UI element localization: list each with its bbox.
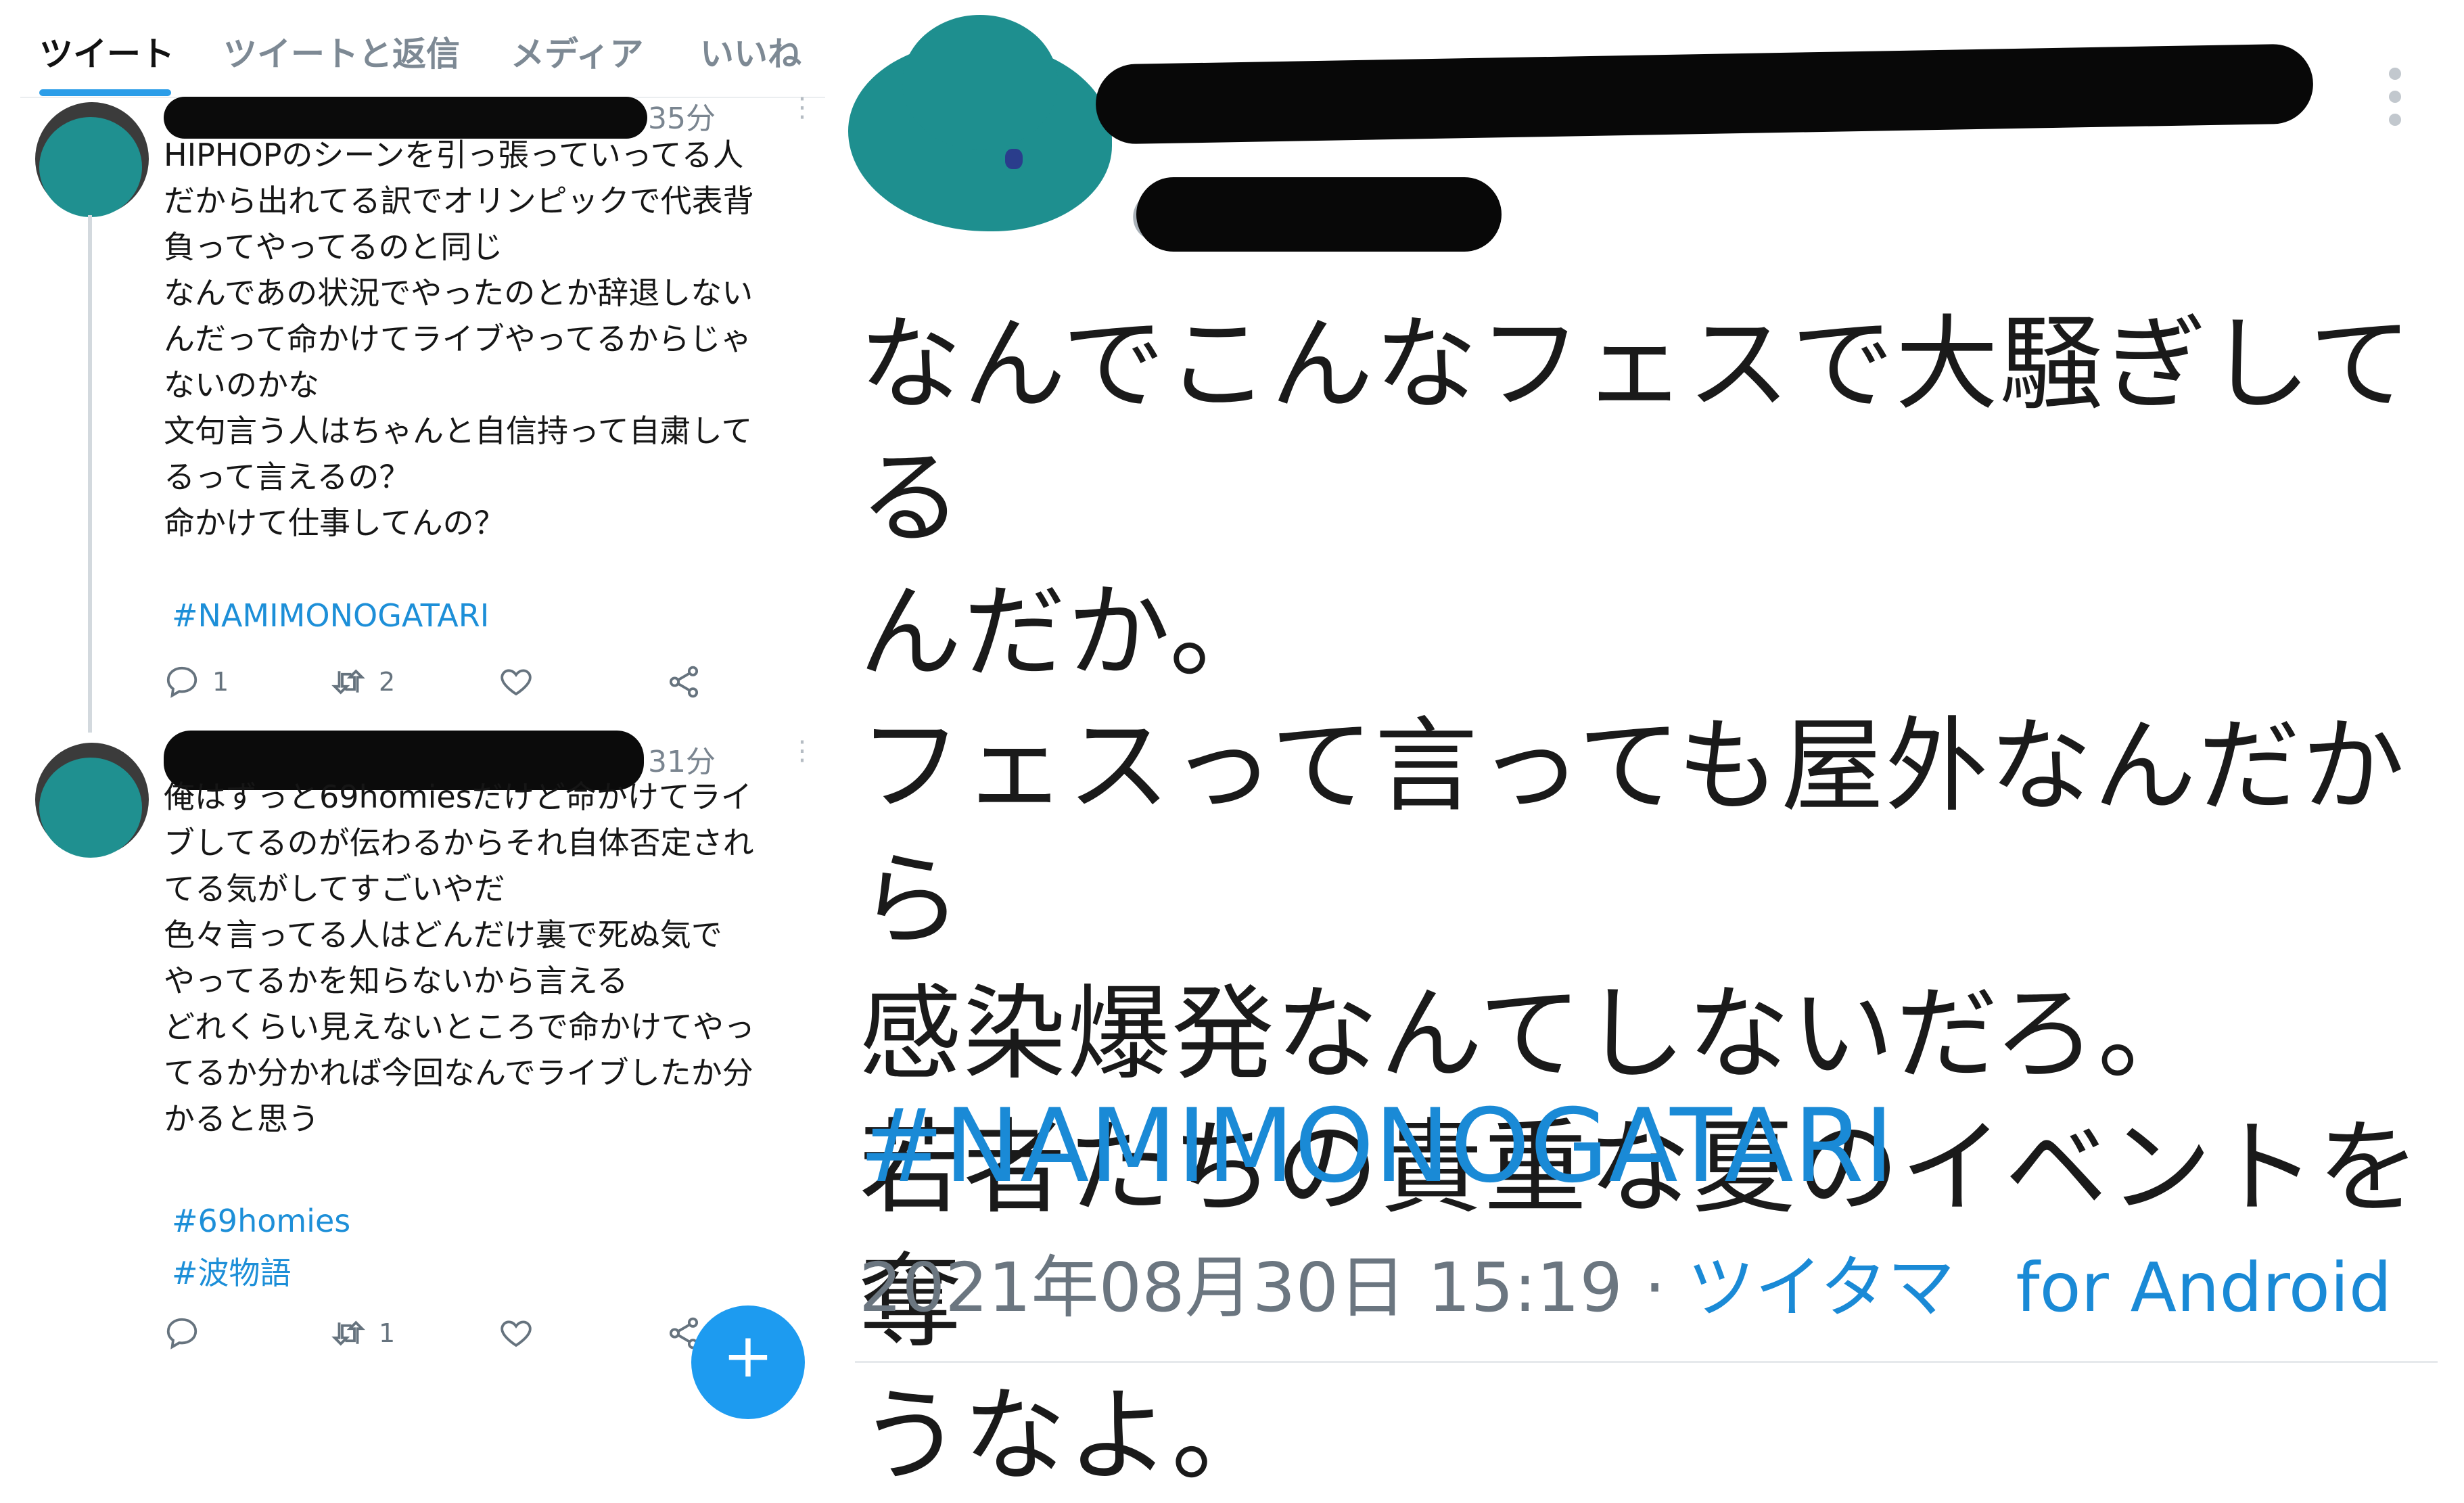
share-button[interactable]: [666, 664, 702, 700]
reply-button[interactable]: 1: [164, 664, 229, 700]
retweet-count: 1: [379, 1318, 396, 1348]
tweet-meta: 2021年08月30日 15:19 · ツイタマ for Android: [859, 1232, 2392, 1331]
hashtag-link[interactable]: #NAMIMONOGATARI: [172, 597, 489, 634]
redacted-handle: [1136, 177, 1502, 252]
hashtag-link[interactable]: #69homies: [172, 1203, 350, 1239]
redacted-display-name: [1095, 43, 2314, 145]
retweet-icon: [331, 1320, 365, 1346]
divider: [855, 1361, 2438, 1363]
retweet-count: 2: [379, 667, 396, 697]
avatar-detail: [1005, 149, 1023, 169]
reply-count: 1: [212, 667, 229, 697]
tab-likes[interactable]: いいね: [700, 27, 801, 76]
reply-button[interactable]: [164, 1315, 212, 1351]
tweet-text: HIPHOPのシーンを引っ張っていってる人 だから出れてる訳でオリンピックで代表…: [164, 137, 754, 541]
like-button[interactable]: [498, 1315, 534, 1351]
tweet-card[interactable]: 35分 ⋮ HIPHOPのシーンを引っ張っていってる人 だから出れてる訳でオリン…: [0, 94, 839, 743]
tab-media[interactable]: メディア: [511, 27, 644, 76]
active-tab-indicator: [39, 89, 171, 96]
more-icon[interactable]: [2389, 68, 2404, 137]
reply-icon: [166, 666, 197, 698]
tweet-detail-panel: @ なんでこんなフェスで大騒ぎしてる んだか。 フェスって言っても屋外なんだから…: [839, 0, 2464, 1496]
tab-tweets[interactable]: ツイート: [39, 27, 175, 76]
like-button[interactable]: [498, 664, 534, 700]
tweet-card[interactable]: 31分 ⋮ 俺はずっと69homiesだけど命かけてライ ブしてるのが伝わるから…: [0, 731, 839, 1385]
avatar-redaction: [902, 15, 1058, 150]
retweet-button[interactable]: 2: [330, 664, 395, 700]
tweet-timestamp: 2021年08月30日 15:19 ·: [859, 1248, 1688, 1327]
tab-tweets-and-replies[interactable]: ツイートと返信: [223, 27, 460, 76]
tweet-text: 俺はずっと69homiesだけど命かけてライ ブしてるのが伝わるからそれ自体否定…: [164, 779, 755, 1137]
thread-connector: [88, 215, 92, 733]
more-icon[interactable]: ⋮: [789, 737, 816, 764]
more-icon[interactable]: ⋮: [789, 94, 816, 121]
source-app-link[interactable]: ツイタマ: [1687, 1248, 1955, 1327]
like-icon: [501, 1320, 532, 1347]
reply-icon: [166, 1318, 197, 1349]
avatar[interactable]: [35, 102, 149, 217]
compose-tweet-button[interactable]: +: [691, 1305, 805, 1419]
avatar[interactable]: [848, 15, 1112, 238]
hashtag-link[interactable]: #NAMIMONOGATARI: [859, 1088, 1894, 1205]
client-label[interactable]: for Android: [2016, 1248, 2392, 1327]
share-icon: [669, 666, 699, 698]
hashtag-link[interactable]: #波物語: [172, 1249, 292, 1293]
like-icon: [501, 669, 532, 696]
compose-icon: +: [722, 1320, 774, 1391]
avatar[interactable]: [35, 743, 149, 858]
profile-timeline-panel: ツイート ツイートと返信 メディア いいね 35分 ⋮ HIPHOPのシーンを引…: [0, 0, 839, 1419]
tweet-time: 35分: [648, 101, 716, 136]
retweet-icon: [331, 669, 365, 695]
avatar-redaction: [39, 758, 142, 858]
avatar-redaction: [39, 117, 142, 217]
profile-tabs: ツイート ツイートと返信 メディア いいね: [0, 0, 839, 98]
retweet-button[interactable]: 1: [330, 1315, 395, 1351]
